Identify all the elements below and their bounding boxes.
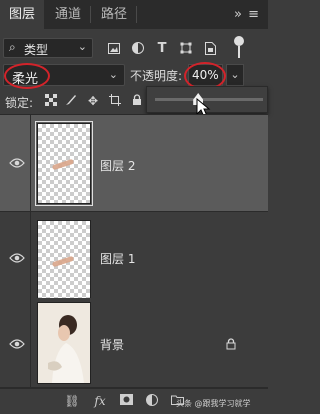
search-icon: ⌕: [9, 40, 16, 54]
panel-tab-bar: 图层 通道 路径 » ≡: [0, 0, 268, 29]
layer-name[interactable]: 背景: [100, 336, 124, 353]
panel-menu-button[interactable]: » ≡: [234, 0, 260, 29]
annotation-circle-blend: [4, 63, 50, 89]
layer-row[interactable]: 图层 2: [0, 115, 268, 212]
tab-layers[interactable]: 图层: [0, 0, 44, 29]
link-icon[interactable]: ⛓: [64, 394, 80, 410]
lock-icon: [226, 338, 236, 350]
chevron-down-icon: ⌄: [77, 40, 87, 53]
fx-icon[interactable]: fx: [92, 394, 108, 410]
layer-thumbnail[interactable]: [37, 220, 91, 301]
image-filter-icon[interactable]: [106, 38, 122, 58]
layer-thumbnail[interactable]: [35, 121, 93, 206]
visibility-eye-icon[interactable]: [9, 338, 25, 350]
filter-toggle-icon[interactable]: [234, 36, 244, 46]
layer-name[interactable]: 图层 2: [100, 157, 135, 174]
layer-row[interactable]: 图层 1: [0, 212, 268, 309]
eye-column-separator: [30, 115, 31, 211]
brush-stroke-preview: [51, 158, 75, 171]
shape-filter-icon[interactable]: [178, 38, 194, 58]
filter-toggle-stem: [238, 46, 240, 58]
adjustment-icon[interactable]: [144, 394, 160, 410]
layer-filter-dropdown[interactable]: ⌕ 类型 ⌄: [3, 38, 93, 58]
opacity-label: 不透明度:: [130, 69, 183, 83]
eye-column-separator: [30, 298, 31, 387]
visibility-eye-icon[interactable]: [9, 252, 25, 264]
opacity-dropdown-button[interactable]: ⌄: [226, 64, 244, 86]
tab-paths[interactable]: 路径: [92, 0, 136, 29]
visibility-eye-icon[interactable]: [9, 157, 25, 169]
portrait-photo-icon: [38, 303, 90, 383]
adjustment-filter-icon[interactable]: [130, 38, 146, 58]
watermark-text: 头条 @跟我学习就学: [176, 399, 251, 408]
layers-bottom-toolbar: ⛓ fx 头条 @跟我学习就学: [0, 388, 268, 414]
lock-image-icon[interactable]: [64, 94, 78, 110]
lock-label: 锁定:: [5, 96, 34, 110]
type-filter-icon[interactable]: T: [154, 38, 170, 58]
brush-stroke-preview: [51, 255, 75, 268]
lock-all-icon[interactable]: [130, 94, 144, 110]
layer-thumbnail-photo[interactable]: [37, 302, 91, 384]
tab-separator: [90, 6, 91, 23]
layer-row[interactable]: 背景: [0, 298, 268, 388]
filter-kind-label: 类型: [24, 43, 49, 57]
chevron-down-icon: ⌄: [108, 68, 118, 81]
smart-object-filter-icon[interactable]: [202, 38, 218, 58]
mask-icon[interactable]: [118, 394, 134, 410]
lock-pixels-icon[interactable]: [44, 94, 58, 110]
lock-artboard-icon[interactable]: [108, 94, 122, 110]
eye-column-separator: [30, 212, 31, 308]
lock-position-icon[interactable]: ✥: [86, 94, 100, 110]
layer-name[interactable]: 图层 1: [100, 250, 135, 267]
tab-channels[interactable]: 通道: [46, 0, 90, 29]
tab-separator: [136, 6, 137, 23]
